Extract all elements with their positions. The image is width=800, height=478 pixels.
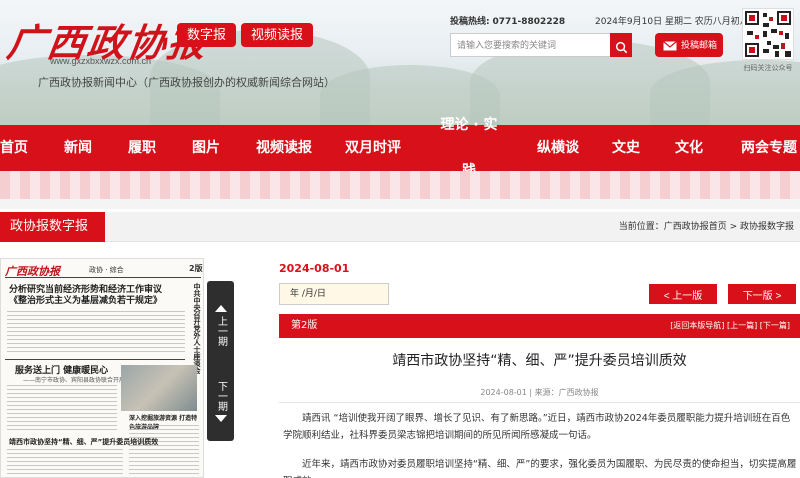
article-meta: 2024-08-01 | 来源：广西政协报 bbox=[480, 388, 599, 397]
nav-item-duty[interactable]: 履职 bbox=[128, 125, 156, 171]
site-url: www.gxzxbxxwzx.com.cn bbox=[50, 56, 152, 66]
mail-button-label: 投稿邮箱 bbox=[681, 40, 718, 50]
qr-caption: 扫码关注公众号 bbox=[743, 64, 793, 72]
issue-date: 2024-08-01 bbox=[279, 262, 350, 275]
hotline: 投稿热线: 0771-8802228 bbox=[450, 14, 565, 27]
qr-code-icon bbox=[742, 8, 794, 60]
site-header: 广西政协报 www.gxzxbxxwzx.com.cn 广西政协报新闻中心（广西… bbox=[0, 0, 800, 125]
mail-icon bbox=[663, 40, 677, 51]
divider bbox=[279, 402, 800, 403]
digital-paper-button[interactable]: 数字报 bbox=[177, 23, 237, 47]
newspaper-headline-1[interactable]: 分析研究当前经济形势和经济工作审议《整治形式主义为基层减负若干规定》 bbox=[9, 285, 179, 307]
newspaper-photo bbox=[121, 365, 197, 411]
newspaper-text-block bbox=[7, 449, 123, 477]
hotline-number: 0771-8802228 bbox=[492, 17, 566, 27]
prev-issue-label: 上一期 bbox=[215, 316, 227, 346]
nav-item-culture[interactable]: 文化 bbox=[640, 125, 738, 171]
section-bar: 政协报数字报 当前位置：广西政协报首页 > 政协报数字报 bbox=[0, 212, 800, 242]
next-issue-label: 下一期 bbox=[215, 381, 227, 411]
prev-issue-button[interactable]: 上一期 bbox=[207, 281, 234, 364]
newspaper-vertical-headline[interactable]: 中共中央召开党外人士座谈会 bbox=[191, 283, 203, 374]
current-date: 2024年9月10日 星期二 农历八月初八 bbox=[595, 17, 749, 27]
submission-email-button[interactable]: 投稿邮箱 bbox=[655, 33, 723, 57]
arrow-down-icon bbox=[214, 415, 227, 422]
newspaper-page-image[interactable]: 广西政协报 政协 · 综合 2版 分析研究当前经济形势和经济工作审议《整治形式主… bbox=[0, 258, 204, 478]
video-reading-button[interactable]: 视频读报 bbox=[241, 23, 314, 47]
article-paragraph: 靖西讯 “培训使我开阔了眼界、增长了见识、有了新思路。”近日，靖西市政协2024… bbox=[283, 413, 791, 441]
nav-item-news[interactable]: 新闻 bbox=[28, 125, 128, 171]
newspaper-headline-4[interactable]: 靖西市政协坚持“精、细、严”提升委员培训质效 bbox=[9, 437, 158, 447]
search-input[interactable] bbox=[450, 33, 610, 57]
arrow-up-icon bbox=[214, 305, 227, 312]
newspaper-text-block bbox=[7, 385, 117, 431]
search-icon bbox=[615, 41, 627, 54]
newspaper-section: 政协 · 综合 bbox=[89, 266, 124, 274]
nav-item-home[interactable]: 首页 bbox=[0, 125, 28, 171]
newspaper-page-number: 2版 bbox=[189, 264, 203, 273]
next-edition-button[interactable]: 下一版 > bbox=[728, 284, 796, 304]
search-button[interactable] bbox=[610, 33, 632, 57]
spacer-band bbox=[0, 199, 800, 209]
edition-name: 第2版 bbox=[291, 320, 318, 331]
nav-item-commentary[interactable]: 双月时评 bbox=[312, 125, 434, 171]
article-paragraph: 近年来，靖西市政协对委员履职培训坚持“精、细、严”的要求，强化委员为国履职、为民… bbox=[283, 459, 797, 478]
prev-edition-button[interactable]: < 上一版 bbox=[649, 284, 717, 304]
nav-item-history[interactable]: 文史 bbox=[612, 125, 640, 171]
newspaper-rule bbox=[5, 359, 185, 360]
breadcrumb-path[interactable]: 广西政协报首页 > 政协报数字报 bbox=[664, 222, 794, 232]
page: 广西政协报 www.gxzxbxxwzx.com.cn 广西政协报新闻中心（广西… bbox=[0, 0, 800, 478]
breadcrumb-prefix: 当前位置： bbox=[618, 222, 664, 232]
section-title: 政协报数字报 bbox=[0, 212, 105, 242]
main-nav: 首页 新闻 履职 图片 视频读报 双月时评 理论 · 实践 纵横谈 文史 文化 … bbox=[0, 117, 800, 179]
nav-item-two-sessions[interactable]: 两会专题 bbox=[738, 125, 800, 171]
hotline-label: 投稿热线: bbox=[450, 17, 490, 27]
date-picker-field[interactable]: 年 /月/日 bbox=[279, 283, 389, 305]
newspaper-rule bbox=[5, 277, 201, 278]
decorative-band bbox=[0, 171, 800, 199]
edition-nav-links[interactable]: [返回本版导航] [上一篇] [下一篇] bbox=[670, 314, 790, 338]
newspaper-text-block bbox=[129, 425, 199, 475]
next-issue-button[interactable]: 下一期 bbox=[207, 358, 234, 441]
nav-item-video[interactable]: 视频读报 bbox=[256, 125, 312, 171]
edition-bar: 第2版 [返回本版导航] [上一篇] [下一篇] bbox=[279, 314, 800, 338]
nav-item-pictures[interactable]: 图片 bbox=[156, 125, 256, 171]
newspaper-text-block bbox=[7, 311, 185, 355]
site-subtitle: 广西政协报新闻中心（广西政协报创办的权威新闻综合网站） bbox=[38, 76, 335, 89]
nav-item-zongheng[interactable]: 纵横谈 bbox=[504, 125, 612, 171]
article-title: 靖西市政协坚持“精、细、严”提升委员培训质效 bbox=[392, 353, 687, 369]
breadcrumb: 当前位置：广西政协报首页 > 政协报数字报 bbox=[619, 212, 794, 242]
